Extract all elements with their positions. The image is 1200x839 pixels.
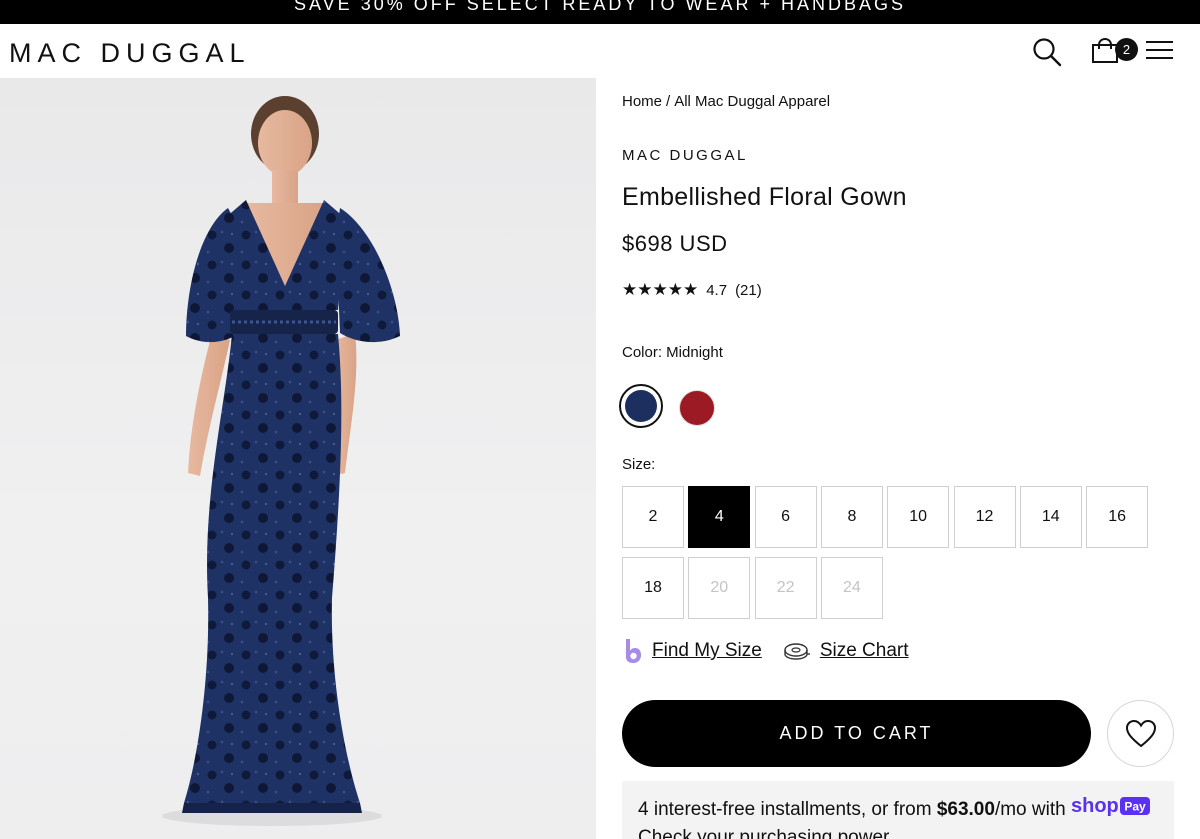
size-label: Size: (622, 456, 656, 473)
hamburger-menu-icon[interactable] (1146, 40, 1173, 60)
size-option-24[interactable]: 24 (820, 557, 883, 619)
promo-text: SAVE 30% OFF SELECT READY TO WEAR + HAND… (294, 0, 906, 14)
size-option-16[interactable]: 16 (1086, 486, 1149, 548)
fit-links: Find My Size Size Chart (622, 638, 909, 664)
shop-pay-badge: Pay (1124, 800, 1146, 814)
size-option-6[interactable]: 6 (754, 486, 817, 548)
breadcrumb-current[interactable]: All Mac Duggal Apparel (674, 93, 830, 110)
color-swatch-red[interactable] (673, 384, 717, 428)
gown-illustration (162, 96, 400, 826)
product-rating[interactable]: ★★★★★ 4.7 (21) (622, 280, 762, 300)
shop-pay-brand: shop (1071, 795, 1119, 817)
size-option-10[interactable]: 10 (887, 486, 950, 548)
size-option-22[interactable]: 22 (754, 557, 817, 619)
size-option-14[interactable]: 14 (1019, 486, 1082, 548)
size-option-18[interactable]: 18 (622, 557, 684, 619)
review-count[interactable]: (21) (735, 282, 762, 299)
color-swatches (619, 384, 717, 428)
product-price: $698 USD (622, 231, 728, 256)
rating-stars: ★★★★★ (622, 280, 699, 299)
find-my-size-label: Find My Size (652, 640, 762, 661)
color-swatch-midnight[interactable] (619, 384, 663, 428)
find-my-size-icon (626, 639, 641, 663)
swatch-color-red (679, 390, 715, 426)
product-title: Embellished Floral Gown (622, 183, 907, 211)
rating-value: 4.7 (706, 281, 728, 299)
size-option-12[interactable]: 12 (953, 486, 1016, 548)
site-logo[interactable]: MAC DUGGAL (9, 38, 251, 69)
heart-icon (1125, 719, 1157, 748)
size-option-4[interactable]: 4 (688, 486, 751, 548)
find-my-size-link[interactable]: Find My Size (622, 638, 762, 664)
breadcrumb-home[interactable]: Home (622, 93, 662, 110)
installments-amount: $63.00 (936, 799, 995, 820)
size-chart-label: Size Chart (819, 640, 909, 661)
swatch-color-midnight (625, 390, 657, 422)
promo-banner: SAVE 30% OFF SELECT READY TO WEAR + HAND… (0, 0, 1200, 24)
installments-prefix: 4 interest-free installments, or from (638, 799, 937, 820)
wishlist-button[interactable] (1107, 700, 1174, 767)
installments-suffix: /mo with (994, 799, 1071, 820)
size-option-2[interactable]: 2 (622, 486, 684, 548)
cart-count-badge[interactable]: 2 (1115, 38, 1138, 61)
product-brand[interactable]: MAC DUGGAL (622, 147, 748, 164)
size-option-8[interactable]: 8 (820, 486, 883, 548)
breadcrumb: Home / All Mac Duggal Apparel (622, 93, 830, 110)
measuring-tape-icon (784, 643, 810, 660)
installments-banner: 4 interest-free installments, or from $6… (622, 781, 1174, 839)
product-image[interactable] (0, 78, 596, 839)
breadcrumb-separator: / (666, 93, 671, 110)
purchasing-power-link[interactable]: Check your purchasing power (638, 827, 1158, 839)
site-header: MAC DUGGAL 2 (0, 24, 1200, 78)
add-to-cart-button[interactable]: ADD TO CART (622, 700, 1091, 767)
shop-pay-logo[interactable]: shop Pay (1071, 795, 1151, 817)
size-option-20[interactable]: 20 (688, 557, 751, 619)
search-icon[interactable] (1032, 37, 1062, 67)
size-chart-link[interactable]: Size Chart (784, 640, 909, 662)
color-label: Color: Midnight (622, 344, 723, 361)
